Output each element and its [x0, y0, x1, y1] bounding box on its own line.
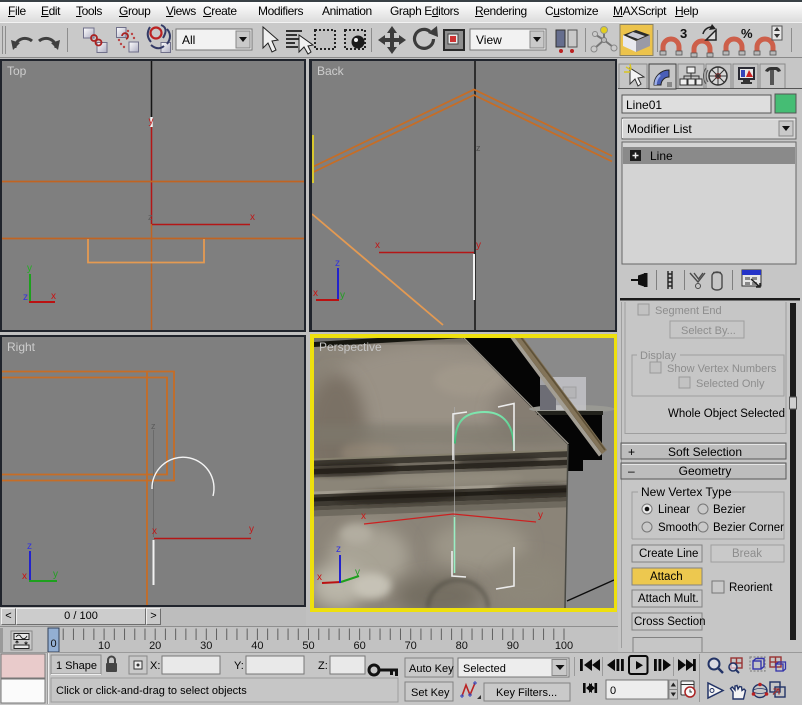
svg-text:x: x: [361, 511, 366, 522]
svg-text:Perspective: Perspective: [319, 340, 382, 354]
svg-text:x: x: [51, 291, 56, 302]
svg-text:Geometry: Geometry: [679, 464, 732, 478]
svg-text:z: z: [27, 541, 32, 552]
svg-text:Line01: Line01: [626, 98, 662, 112]
svg-text:Key Filters...: Key Filters...: [496, 687, 557, 699]
svg-text:90: 90: [507, 640, 519, 652]
svg-text:z: z: [336, 544, 341, 555]
svg-text:Smooth: Smooth: [658, 522, 698, 534]
svg-text:Display: Display: [640, 350, 677, 362]
svg-text:10: 10: [98, 640, 110, 652]
svg-text:x: x: [313, 288, 318, 299]
svg-text:x: x: [317, 572, 322, 583]
svg-text:Selected Only: Selected Only: [696, 378, 765, 390]
svg-text:Attach: Attach: [650, 571, 683, 583]
svg-text:x: x: [152, 526, 157, 537]
svg-text:Modifier List: Modifier List: [627, 122, 692, 136]
svg-text:Right: Right: [7, 340, 36, 354]
svg-text:y: y: [538, 510, 543, 521]
svg-text:y: y: [476, 240, 481, 251]
svg-text:Select By...: Select By...: [681, 325, 736, 337]
svg-text:40: 40: [251, 640, 263, 652]
svg-text:Cross Section: Cross Section: [634, 616, 706, 628]
svg-text:50: 50: [302, 640, 314, 652]
svg-text:z: z: [476, 143, 481, 153]
svg-text:0: 0: [610, 685, 616, 697]
svg-text:Y:: Y:: [234, 660, 244, 672]
svg-text:View: View: [476, 33, 502, 47]
svg-text:y: y: [53, 569, 58, 580]
svg-text:70: 70: [405, 640, 417, 652]
svg-text:Bezier: Bezier: [713, 504, 746, 516]
svg-text:Reorient: Reorient: [729, 582, 773, 594]
svg-text:Segment End: Segment End: [655, 305, 722, 317]
svg-text:Whole Object Selected: Whole Object Selected: [668, 408, 785, 420]
svg-text:Attach Mult.: Attach Mult.: [638, 593, 699, 605]
svg-text:Line: Line: [650, 149, 673, 163]
svg-text:z: z: [335, 258, 340, 269]
svg-text:Break: Break: [732, 548, 762, 560]
svg-text:Click or click-and-drag to sel: Click or click-and-drag to select object…: [56, 685, 247, 697]
svg-text:New Vertex Type: New Vertex Type: [641, 485, 732, 499]
svg-text:Create Line: Create Line: [639, 548, 698, 560]
svg-text:y: y: [355, 567, 360, 578]
svg-text:Selected: Selected: [463, 663, 506, 675]
svg-text:Soft Selection: Soft Selection: [668, 445, 742, 459]
svg-text:1 Shape: 1 Shape: [56, 660, 97, 672]
svg-text:Auto Key: Auto Key: [409, 663, 454, 675]
svg-text:100: 100: [555, 640, 573, 652]
svg-text:z: z: [148, 212, 153, 222]
svg-text:3: 3: [680, 26, 687, 41]
svg-text:Bezier Corner: Bezier Corner: [713, 522, 784, 534]
svg-text:0: 0: [50, 638, 56, 650]
svg-text:20: 20: [149, 640, 161, 652]
svg-text:y: y: [149, 116, 154, 127]
svg-text:z: z: [151, 421, 156, 431]
svg-text:–: –: [628, 464, 635, 478]
svg-text:Top: Top: [7, 64, 27, 78]
svg-text:%: %: [741, 26, 753, 41]
svg-text:60: 60: [353, 640, 365, 652]
svg-text:Z:: Z:: [318, 660, 328, 672]
svg-text:Show Vertex Numbers: Show Vertex Numbers: [667, 363, 777, 375]
svg-text:All: All: [182, 33, 195, 47]
svg-text:Back: Back: [317, 64, 345, 78]
svg-text:y: y: [340, 290, 345, 301]
svg-text:x: x: [375, 240, 380, 251]
svg-text:80: 80: [456, 640, 468, 652]
svg-text:y: y: [27, 263, 32, 274]
svg-text:y: y: [249, 524, 254, 535]
svg-text:Linear: Linear: [658, 504, 690, 516]
svg-text:30: 30: [200, 640, 212, 652]
svg-text:X:: X:: [150, 660, 160, 672]
svg-text:z: z: [23, 292, 28, 303]
svg-text:Set Key: Set Key: [411, 687, 450, 699]
svg-text:x: x: [250, 212, 255, 223]
svg-text:x: x: [22, 571, 27, 582]
svg-text:+: +: [628, 445, 635, 459]
